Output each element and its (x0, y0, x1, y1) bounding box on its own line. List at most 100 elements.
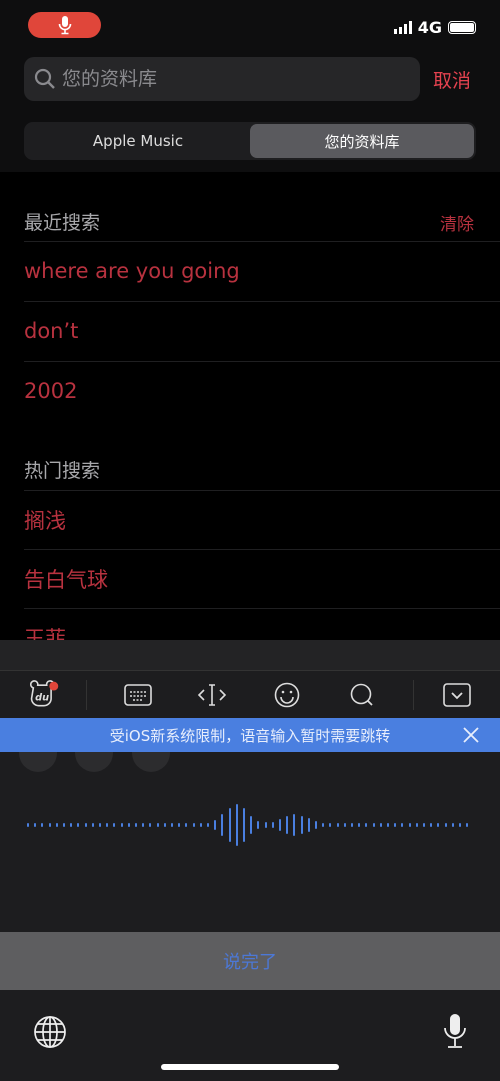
waveform-bar (272, 822, 274, 828)
waveform-bar (41, 823, 43, 827)
waveform-bar (157, 823, 159, 827)
waveform-bar (387, 823, 389, 827)
battery-icon (448, 21, 476, 34)
mic-recording-indicator[interactable] (28, 12, 101, 38)
waveform-bar (257, 821, 259, 829)
waveform-bar (193, 823, 195, 827)
waveform-bar (401, 823, 403, 827)
waveform-bar (99, 823, 101, 827)
collapse-keyboard-icon[interactable] (441, 680, 473, 710)
waveform-bar (77, 823, 79, 827)
waveform-bar (265, 822, 267, 828)
waveform-bar (315, 821, 317, 829)
waveform-bar (171, 823, 173, 827)
done-label: 说完了 (223, 952, 277, 973)
microphone-icon[interactable] (442, 1013, 468, 1053)
waveform-bar (106, 823, 108, 827)
waveform-bar (293, 814, 295, 836)
waveform-bar (344, 823, 346, 827)
waveform-bar (229, 808, 231, 842)
waveform-bar (394, 823, 396, 827)
network-label: 4G (417, 18, 442, 37)
waveform-bar (207, 823, 209, 827)
trending-item[interactable]: 告白气球 (24, 549, 500, 608)
waveform-bar (214, 820, 216, 830)
waveform-bar (178, 823, 180, 827)
waveform-bar (243, 808, 245, 842)
done-speaking-button[interactable]: 说完了 (0, 932, 500, 990)
trending-searches-title: 热门搜索 (24, 460, 101, 482)
waveform-bar (279, 819, 281, 831)
waveform-bar (286, 816, 288, 834)
divider (86, 680, 87, 710)
waveform-bar (27, 823, 29, 827)
waveform-bar (34, 823, 36, 827)
waveform-bar (416, 823, 418, 827)
banner-text: 受iOS新系统限制，语音输入暂时需要跳转 (109, 726, 391, 745)
waveform-bar (380, 823, 382, 827)
waveform-bar (142, 823, 144, 827)
segmented-control: Apple Music 您的资料库 (24, 122, 476, 160)
recent-searches-title: 最近搜索 (24, 212, 101, 234)
svg-text:du: du (35, 692, 49, 703)
keyboard-toolbar: du (0, 672, 500, 718)
emoji-icon[interactable] (271, 680, 303, 710)
waveform-bar (128, 823, 130, 827)
waveform-bar (409, 823, 411, 827)
waveform-bar (337, 823, 339, 827)
waveform-bar (200, 823, 202, 827)
waveform-bar (437, 823, 439, 827)
waveform-bar (164, 823, 166, 827)
waveform-bar (236, 804, 238, 846)
waveform-bar (70, 823, 72, 827)
waveform-bar (56, 823, 58, 827)
signal-icon (393, 21, 412, 34)
cancel-button[interactable]: 取消 (433, 66, 471, 93)
waveform-bar (452, 823, 454, 827)
waveform-bar (322, 823, 324, 827)
cursor-move-icon[interactable] (196, 680, 228, 710)
microphone-icon (58, 16, 71, 35)
status-bar: 4G (393, 18, 476, 37)
waveform-bar (365, 823, 367, 827)
segment-your-library[interactable]: 您的资料库 (250, 124, 474, 158)
segment-apple-music[interactable]: Apple Music (26, 124, 250, 158)
waveform-bar (85, 823, 87, 827)
trending-item[interactable]: 搁浅 (24, 490, 500, 549)
notice-banner: 受iOS新系统限制，语音输入暂时需要跳转 (0, 718, 500, 752)
divider (413, 680, 414, 710)
search-field[interactable] (24, 57, 420, 101)
waveform-bar (49, 823, 51, 827)
close-icon[interactable] (462, 726, 480, 748)
waveform-bar (92, 823, 94, 827)
waveform-bar (459, 823, 461, 827)
home-indicator (161, 1064, 339, 1070)
globe-icon[interactable] (33, 1015, 67, 1053)
waveform-bar (373, 823, 375, 827)
search-icon (34, 68, 55, 89)
waveform-bar (445, 823, 447, 827)
waveform-bar (149, 823, 151, 827)
clear-button[interactable]: 清除 (440, 210, 474, 235)
waveform-bar (301, 816, 303, 834)
waveform-bar (351, 823, 353, 827)
recent-item[interactable]: don’t (24, 301, 500, 360)
keyboard-icon[interactable] (122, 680, 154, 710)
waveform-bar (63, 823, 65, 827)
waveform-bar (308, 818, 310, 832)
waveform-bar (430, 823, 432, 827)
waveform-bar (423, 823, 425, 827)
waveform-bar (113, 823, 115, 827)
waveform-bar (121, 823, 123, 827)
search-input[interactable] (62, 68, 392, 90)
du-logo-icon[interactable]: du (28, 680, 60, 710)
waveform-bar (250, 816, 252, 834)
waveform-bar (466, 823, 468, 827)
search-icon[interactable] (346, 680, 378, 710)
waveform-bar (329, 823, 331, 827)
waveform-bar (185, 823, 187, 827)
recent-item[interactable]: where are you going (24, 241, 500, 300)
candidate-strip (0, 640, 500, 671)
recent-item[interactable]: 2002 (24, 361, 500, 420)
voice-waveform (27, 804, 468, 846)
